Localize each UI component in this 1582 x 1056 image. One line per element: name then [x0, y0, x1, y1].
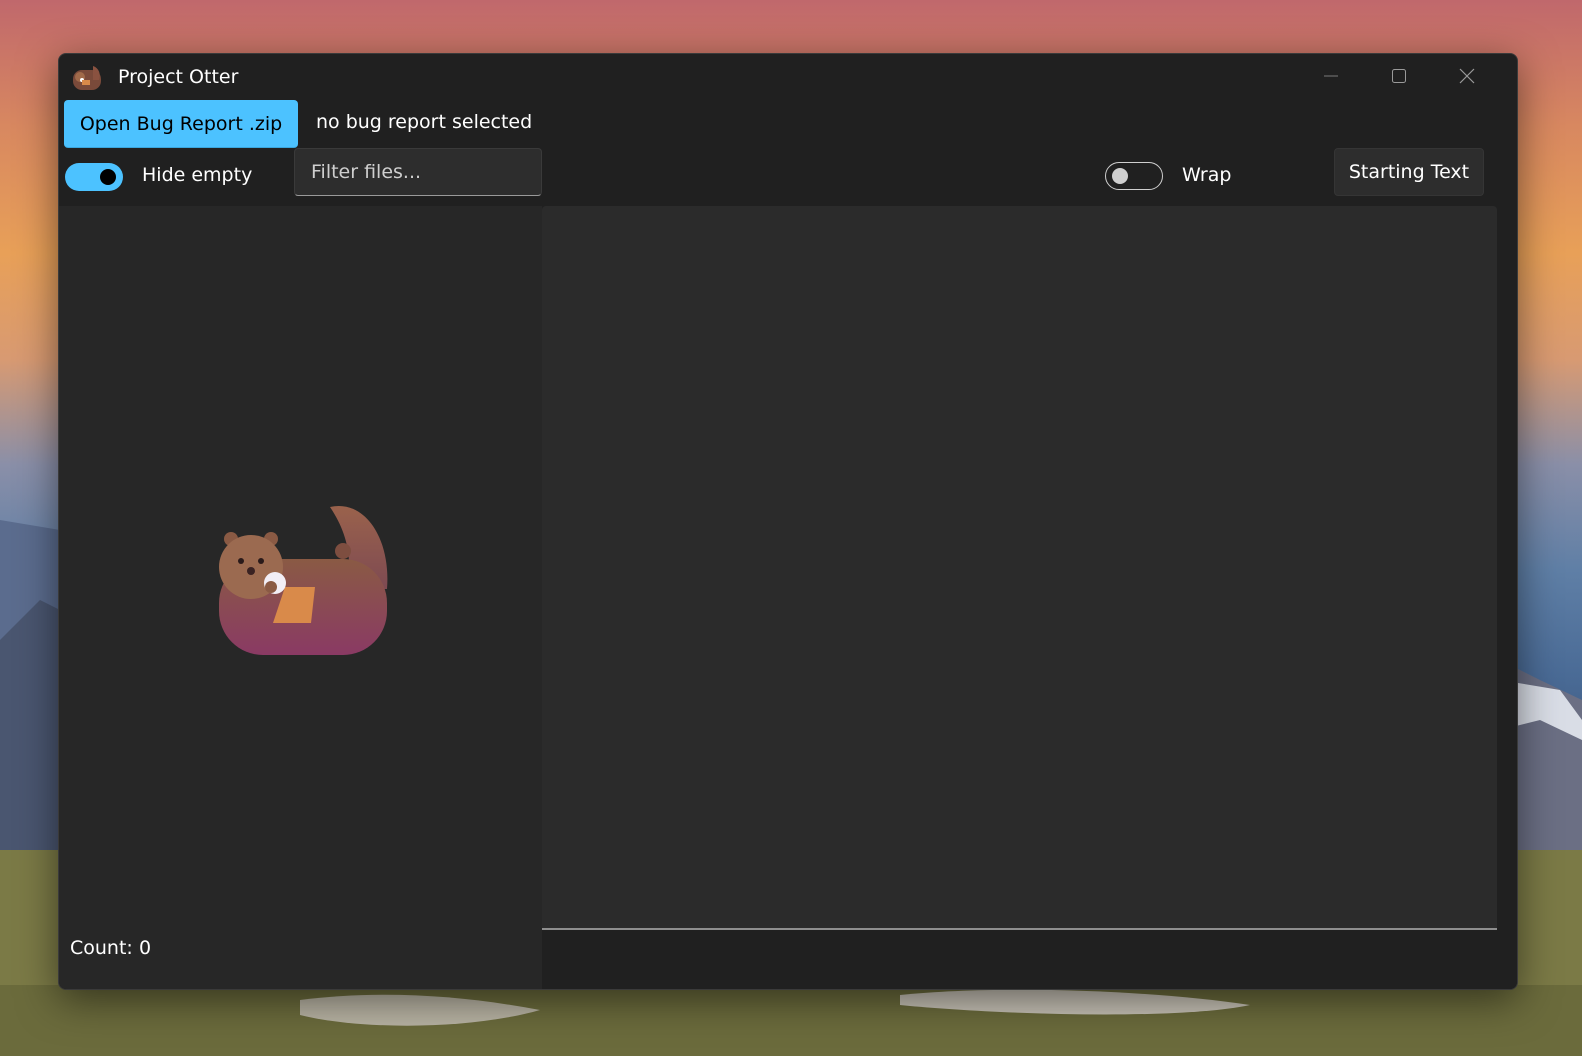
minimize-button[interactable]	[1297, 54, 1365, 98]
close-icon	[1459, 68, 1475, 84]
filter-files-input[interactable]	[294, 148, 542, 196]
report-status-text: no bug report selected	[316, 111, 533, 133]
hide-empty-toggle[interactable]	[65, 163, 123, 191]
toggle-knob	[1112, 168, 1128, 184]
hide-empty-label: Hide empty	[142, 164, 253, 186]
app-window: Project Otter Open Bug Report .zip no bu…	[58, 53, 1518, 990]
file-list-pane[interactable]: Count: 0	[59, 206, 542, 989]
otter-icon	[71, 64, 103, 92]
otter-illustration	[215, 499, 391, 657]
content-footer	[542, 930, 1517, 989]
wrap-label: Wrap	[1182, 164, 1232, 186]
title-bar[interactable]: Project Otter	[59, 54, 1517, 100]
starting-text-button[interactable]: Starting Text	[1334, 148, 1484, 196]
count-value: 0	[139, 937, 152, 959]
app-title: Project Otter	[118, 66, 239, 88]
maximize-icon	[1392, 69, 1406, 83]
toggle-knob	[100, 169, 116, 185]
wrap-toggle[interactable]	[1105, 162, 1163, 190]
maximize-button[interactable]	[1365, 54, 1433, 98]
minimize-icon	[1324, 75, 1338, 77]
open-bug-report-button[interactable]: Open Bug Report .zip	[64, 100, 298, 148]
count-label: Count:	[70, 937, 133, 959]
close-button[interactable]	[1433, 54, 1501, 98]
file-content-viewer[interactable]	[542, 206, 1497, 930]
